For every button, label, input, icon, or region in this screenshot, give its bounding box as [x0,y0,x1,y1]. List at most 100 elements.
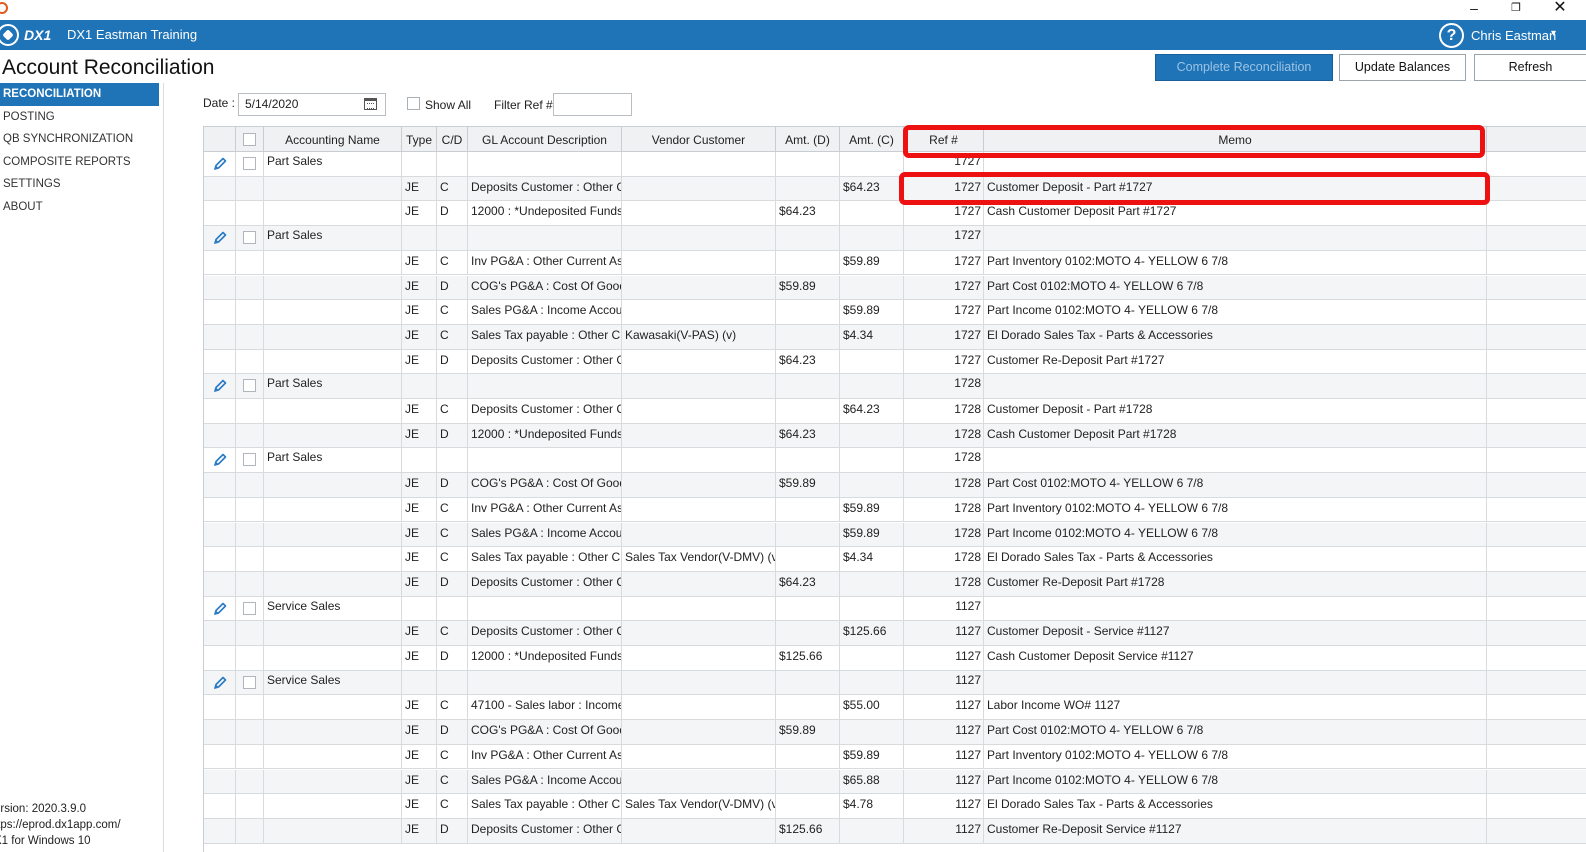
gl-cell: Inv PG&A : Other Current As [468,497,622,522]
group-row[interactable]: Part Sales 1727 [204,152,1586,177]
pencil-icon[interactable] [212,601,228,617]
pencil-icon[interactable] [212,230,228,246]
edit-cell [204,646,236,670]
calendar-icon[interactable] [364,98,377,110]
table-row[interactable]: JE C Inv PG&A : Other Current As $59.89 1727… [204,250,1586,276]
minimize-button[interactable]: – [1454,0,1494,20]
table-row[interactable]: JE C Deposits Customer : Other C $64.23 1727… [204,176,1586,202]
amt-c-cell [840,818,904,843]
table-row[interactable]: JE C Sales PG&A : Income Accou $59.89 1728 Pa… [204,522,1586,548]
table-row[interactable]: JE C Sales PG&A : Income Accou $59.89 1727 Pa… [204,300,1586,325]
column-header-gl-account-description[interactable]: GL Account Description [468,127,622,152]
table-row[interactable]: JE C Inv PG&A : Other Current As $59.89 1127… [204,744,1586,770]
group-row[interactable]: Part Sales 1728 [204,374,1586,399]
sidebar-item-posting[interactable]: POSTING [0,106,163,129]
table-row[interactable]: JE D Deposits Customer : Other C $64.23 1728… [204,571,1586,597]
type-cell: JE [402,720,437,745]
amt-c-cell: $64.23 [840,399,904,423]
sidebar-item-composite-reports[interactable]: COMPOSITE REPORTS [0,151,163,174]
type-cell [402,596,437,621]
memo-cell: Cash Customer Deposit Service #1127 [984,646,1487,670]
row-checkbox[interactable] [243,601,256,615]
help-icon[interactable]: ? [1439,23,1464,48]
row-checkbox[interactable] [243,453,256,467]
select-cell [236,547,264,572]
column-header-type[interactable]: Type [402,127,437,152]
update-balances-button[interactable]: Update Balances [1339,54,1466,81]
table-row[interactable]: JE C Deposits Customer : Other C $64.23 1728… [204,399,1586,424]
amt-c-cell [840,473,904,498]
close-button[interactable]: ✕ [1540,0,1580,20]
column-header-memo[interactable]: Memo [984,127,1487,152]
chevron-down-icon[interactable]: ▾ [1551,28,1556,39]
table-row[interactable]: JE D 12000 : *Undeposited Funds $64.23 1728 C… [204,423,1586,449]
sidebar-item-reconciliation[interactable]: RECONCILIATION [0,83,159,106]
select-cell [236,374,264,399]
pencil-icon[interactable] [212,156,228,172]
table-row[interactable]: JE D Deposits Customer : Other C $125.66 112… [204,818,1586,844]
edit-cell [204,818,236,843]
group-row[interactable]: Service Sales 1127 [204,670,1586,696]
select-cell [236,324,264,349]
column-header-accounting-name[interactable]: Accounting Name [264,127,402,152]
column-header-ref[interactable]: Ref # [904,127,984,152]
table-row[interactable]: JE C Inv PG&A : Other Current As $59.89 1728… [204,497,1586,523]
amt-d-cell [776,374,840,399]
table-row[interactable]: JE D Deposits Customer : Other C $64.23 1727… [204,349,1586,375]
cd-cell: C [437,621,468,646]
pencil-icon[interactable] [212,452,228,468]
cd-cell: C [437,300,468,325]
pencil-icon[interactable] [212,378,228,394]
group-row[interactable]: Part Sales 1728 [204,448,1586,474]
table-row[interactable]: JE D 12000 : *Undeposited Funds $64.23 1727 C… [204,201,1586,227]
vendor-cell [622,349,776,374]
table-row[interactable]: JE D COG's PG&A : Cost Of Good $59.89 1727 Pa… [204,275,1586,301]
accounting-name-cell [264,695,402,720]
table-row[interactable]: JE C Sales Tax payable : Other Cu Sales Tax… [204,794,1586,819]
version-text: ersion: 2020.3.9.0 [0,803,87,815]
row-checkbox[interactable] [243,231,256,245]
amt-c-cell [840,646,904,670]
sidebar-item-settings[interactable]: SETTINGS [0,173,163,196]
select-all-checkbox-header[interactable] [236,127,264,152]
type-cell [402,448,437,473]
complete-reconciliation-button[interactable]: Complete Reconciliation [1155,54,1333,81]
table-row[interactable]: JE C 47100 - Sales labor : Income $55.00 112… [204,695,1586,721]
table-row[interactable]: JE C Sales Tax payable : Other Cu Kawasaki(… [204,324,1586,350]
table-row[interactable]: JE D 12000 : *Undeposited Funds $125.66 1127… [204,646,1586,671]
row-checkbox[interactable] [243,379,256,393]
group-row[interactable]: Service Sales 1127 [204,596,1586,622]
type-cell: JE [402,571,437,596]
gl-cell: COG's PG&A : Cost Of Good [468,720,622,745]
refresh-button[interactable]: Refresh [1474,54,1586,81]
show-all-checkbox[interactable] [407,97,420,110]
table-row[interactable]: JE C Deposits Customer : Other C $125.66 112… [204,621,1586,646]
memo-cell: Part Cost 0102:MOTO 4- YELLOW 6 7/8 [984,473,1487,498]
table-row[interactable]: JE C Sales PG&A : Income Accou $65.88 1127 Pa… [204,769,1586,795]
pencil-icon[interactable] [212,675,228,691]
group-row[interactable]: Part Sales 1727 [204,226,1586,251]
memo-cell [984,448,1487,473]
row-checkbox[interactable] [243,675,256,689]
row-checkbox[interactable] [243,157,256,170]
column-header-amt-d[interactable]: Amt. (D) [776,127,840,152]
select-all-checkbox[interactable] [243,133,256,146]
filter-ref-input[interactable] [553,93,632,116]
sidebar-item-about[interactable]: ABOUT [0,196,163,219]
select-cell [236,794,264,819]
maximize-button[interactable]: ❐ [1496,0,1536,20]
memo-cell: El Dorado Sales Tax - Parts & Accessorie… [984,547,1487,572]
table-row[interactable]: JE D COG's PG&A : Cost Of Good $59.89 1127 Pa… [204,720,1586,745]
sidebar-item-qb-synchronization[interactable]: QB SYNCHRONIZATION [0,128,163,151]
table-row[interactable]: JE D COG's PG&A : Cost Of Good $59.89 1728 Pa… [204,473,1586,498]
ref-cell: 1728 [904,571,984,596]
column-header-vendor-customer[interactable]: Vendor Customer [622,127,776,152]
amt-c-cell: $59.89 [840,497,904,522]
memo-cell: Part Inventory 0102:MOTO 4- YELLOW 6 7/8 [984,497,1487,522]
user-menu[interactable]: Chris Eastman [1471,28,1556,43]
accounting-name-cell [264,201,402,226]
table-row[interactable]: JE C Sales Tax payable : Other Cu Sales Tax… [204,547,1586,572]
column-header-c-d[interactable]: C/D [437,127,468,152]
cd-cell [437,448,468,473]
column-header-amt-c[interactable]: Amt. (C) [840,127,904,152]
